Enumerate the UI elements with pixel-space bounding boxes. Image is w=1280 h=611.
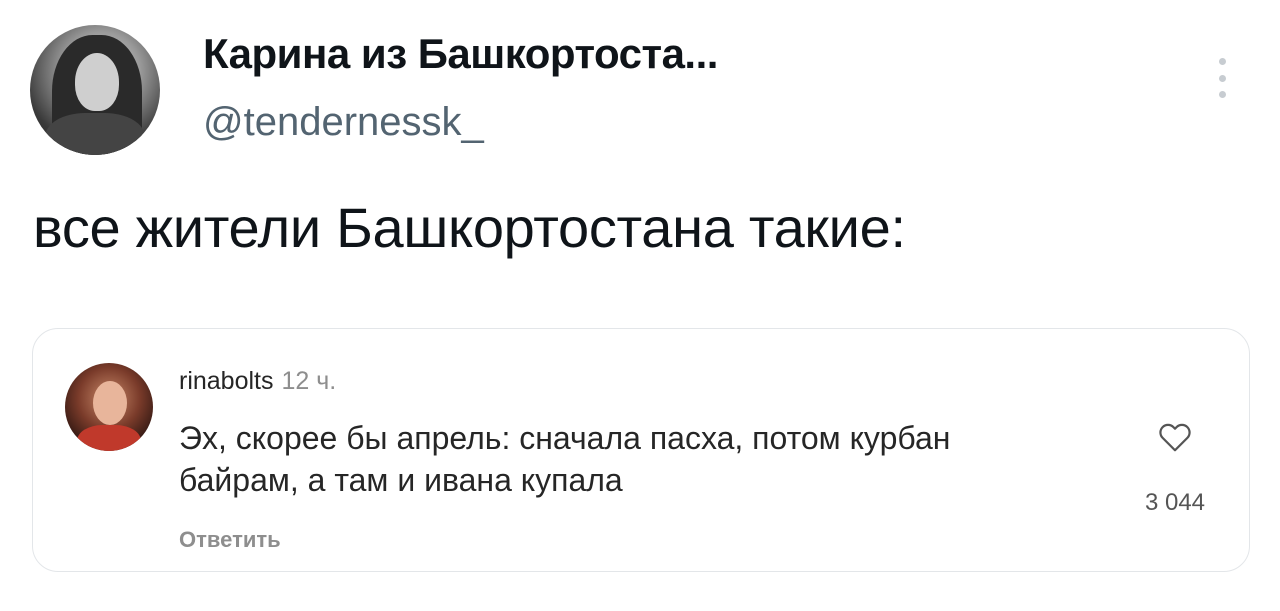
comment-header: rinabolts 12 ч. bbox=[179, 367, 336, 396]
more-dot bbox=[1218, 58, 1226, 65]
commenter-avatar-shirt bbox=[77, 425, 141, 451]
heart-icon[interactable] bbox=[1155, 417, 1195, 455]
tweet-text: все жители Башкортостана такие: bbox=[33, 196, 906, 259]
avatar-face bbox=[75, 53, 119, 111]
author-handle[interactable]: @tendernessk_ bbox=[203, 100, 484, 145]
more-options-icon[interactable] bbox=[1216, 58, 1228, 98]
commenter-username[interactable]: rinabolts bbox=[179, 367, 274, 395]
comment-text: Эх, скорее бы апрель: сначала пасха, пот… bbox=[179, 420, 951, 498]
more-dot bbox=[1218, 74, 1226, 82]
author-avatar[interactable] bbox=[30, 25, 160, 155]
avatar-body bbox=[45, 113, 145, 155]
reply-button[interactable]: Ответить bbox=[179, 527, 281, 553]
embedded-comment-screenshot[interactable]: rinabolts 12 ч. Эх, скорее бы апрель: сна… bbox=[32, 328, 1250, 572]
author-name[interactable]: Карина из Башкортоста... bbox=[203, 30, 718, 78]
comment-time: 12 ч. bbox=[281, 367, 337, 395]
like-count: 3 044 bbox=[1144, 489, 1206, 516]
commenter-avatar-face bbox=[93, 381, 127, 425]
commenter-avatar[interactable] bbox=[65, 363, 153, 451]
more-dot bbox=[1218, 91, 1226, 98]
